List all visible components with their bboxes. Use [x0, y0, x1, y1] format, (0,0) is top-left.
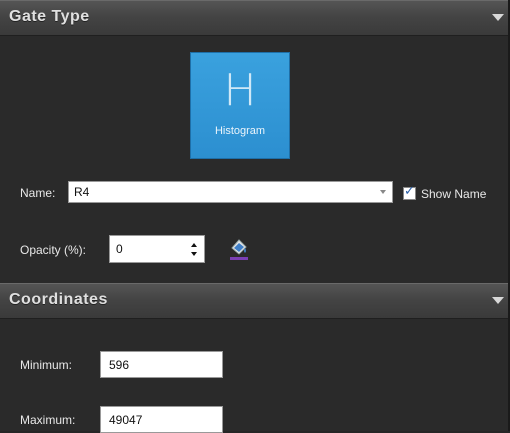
name-combobox[interactable]: R4 [68, 181, 393, 203]
minimum-value: 596 [109, 358, 130, 372]
opacity-label: Opacity (%): [20, 243, 87, 257]
coordinates-header[interactable]: Coordinates [0, 283, 508, 319]
maximum-input[interactable]: 49047 [100, 406, 223, 433]
spin-up-icon[interactable] [191, 243, 197, 247]
coordinates-title: Coordinates [9, 291, 108, 308]
opacity-value: 0 [116, 242, 123, 256]
maximum-value: 49047 [109, 413, 143, 427]
gate-type-header[interactable]: Gate Type [0, 0, 508, 36]
checkmark-icon: ✓ [404, 184, 415, 199]
show-name-checkbox[interactable]: ✓ [403, 184, 416, 200]
minimum-input[interactable]: 596 [100, 351, 223, 378]
histogram-caption: Histogram [214, 125, 266, 137]
collapse-arrow-icon[interactable] [492, 14, 504, 21]
collapse-arrow-icon[interactable] [492, 297, 504, 304]
name-label: Name: [20, 186, 56, 200]
histogram-icon: H [223, 65, 257, 116]
opacity-spinbox[interactable]: 0 [109, 235, 205, 263]
gate-type-title: Gate Type [9, 8, 90, 25]
maximum-label: Maximum: [20, 413, 76, 427]
minimum-label: Minimum: [20, 358, 73, 372]
name-value: R4 [74, 185, 90, 199]
fill-color-icon[interactable] [229, 236, 249, 262]
histogram-gate-button[interactable]: H Histogram [190, 52, 290, 159]
show-name-label[interactable]: Show Name [421, 187, 486, 201]
gate-properties-panel: Gate Type H Histogram Name: R4 ✓ Show Na… [0, 0, 510, 433]
spin-down-icon[interactable] [191, 252, 197, 256]
dropdown-arrow-icon[interactable] [380, 190, 386, 194]
